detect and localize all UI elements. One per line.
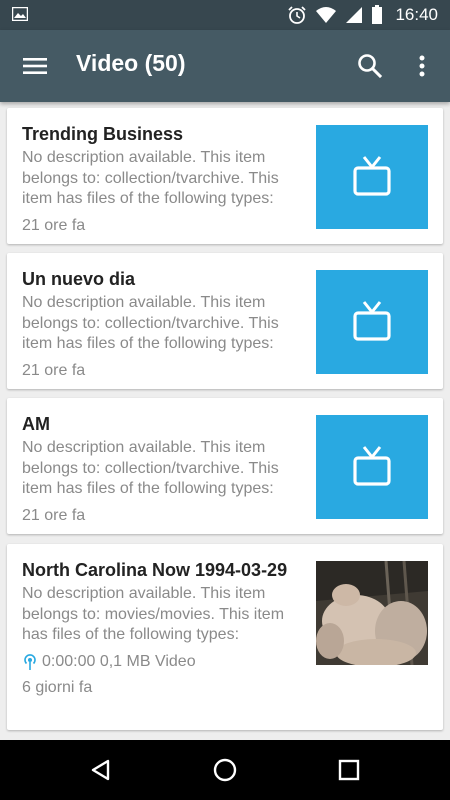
item-thumbnail	[316, 270, 428, 374]
item-time: 21 ore fa	[22, 506, 86, 524]
tv-icon	[353, 156, 391, 196]
app-bar: Video (50)	[0, 30, 450, 102]
list-item[interactable]: AM No description available. This item b…	[7, 398, 443, 534]
pigs-photo	[316, 561, 428, 665]
page-title: Video (50)	[76, 50, 186, 76]
item-title: Un nuevo dia	[22, 269, 136, 289]
item-time: 6 giorni fa	[22, 678, 93, 696]
back-icon[interactable]	[86, 755, 116, 785]
item-meta: 0:00:00 0,1 MB Video	[22, 652, 312, 672]
tv-icon	[353, 446, 391, 486]
item-thumbnail	[316, 415, 428, 519]
image-notification-icon	[12, 7, 28, 21]
list-item[interactable]: Un nuevo dia No description available. T…	[7, 253, 443, 389]
wifi-icon	[316, 7, 337, 23]
status-time: 16:40	[395, 5, 438, 24]
system-navigation-bar	[0, 740, 450, 800]
status-bar: 16:40	[0, 0, 450, 30]
item-description: No description available. This item belo…	[22, 585, 285, 643]
hamburger-menu-icon[interactable]	[22, 53, 48, 79]
list-item[interactable]: Trending Business No description availab…	[7, 108, 443, 244]
search-icon[interactable]	[356, 52, 384, 80]
tv-icon	[353, 301, 391, 341]
item-title: Trending Business	[22, 124, 184, 144]
item-meta-text: 0:00:00 0,1 MB Video	[42, 652, 196, 670]
item-title: AM	[22, 414, 50, 434]
item-description: No description available. This item belo…	[22, 439, 279, 497]
item-photo-thumbnail	[316, 561, 428, 665]
signal-icon	[346, 7, 363, 23]
item-description: No description available. This item belo…	[22, 294, 279, 352]
recents-icon[interactable]	[334, 755, 364, 785]
home-icon[interactable]	[210, 755, 240, 785]
battery-icon	[372, 5, 383, 24]
item-thumbnail	[316, 125, 428, 229]
item-time: 21 ore fa	[22, 216, 86, 234]
item-description: No description available. This item belo…	[22, 149, 279, 207]
list-item[interactable]: North Carolina Now 1994-03-29 No descrip…	[7, 544, 443, 730]
item-title: North Carolina Now 1994-03-29	[22, 560, 288, 580]
alarm-icon	[288, 6, 307, 24]
item-time: 21 ore fa	[22, 361, 86, 379]
broadcast-icon	[24, 653, 36, 670]
overflow-menu-icon[interactable]	[408, 52, 436, 80]
